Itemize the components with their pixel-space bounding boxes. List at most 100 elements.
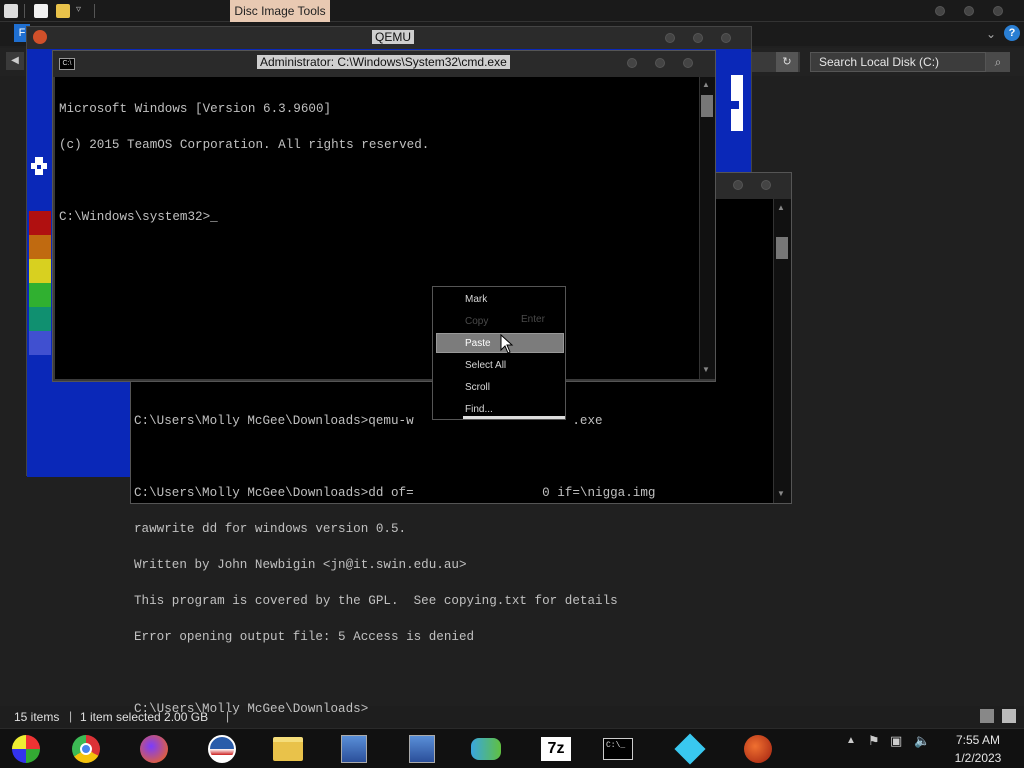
qemu-title: QEMU (372, 30, 414, 44)
scrollbar-thumb[interactable] (701, 95, 713, 117)
divider (94, 4, 95, 18)
guest-pixel-art (731, 101, 739, 109)
taskbar: 7z C:\_ ▲ ⚑ ▣ 🔈 7:55 AM 1/2/2023 (0, 728, 1024, 768)
shield-cd-icon (12, 735, 40, 763)
minimize-button[interactable] (935, 6, 945, 16)
menu-item-copy[interactable]: Copy (465, 312, 488, 332)
action-center-flag-icon[interactable]: ⚑ (868, 733, 880, 749)
details-view-icon[interactable] (980, 709, 994, 723)
color-stripe (29, 307, 51, 331)
chrome-icon (72, 735, 100, 763)
taskbar-app[interactable] (200, 733, 244, 765)
scroll-up-icon[interactable]: ▲ (702, 80, 710, 89)
console-line: C:\Users\Molly McGee\Downloads> (134, 702, 369, 716)
qemu-icon (744, 735, 772, 763)
folder-icon (273, 737, 303, 761)
vertical-scrollbar[interactable] (699, 77, 715, 379)
network-icon[interactable]: ▣ (890, 733, 902, 749)
taskbar-app[interactable] (400, 733, 444, 765)
console-line: Microsoft Windows [Version 6.3.9600] (59, 102, 332, 116)
close-button[interactable] (683, 58, 693, 68)
taskbar-app[interactable] (266, 733, 310, 765)
menu-shortcut: Enter (521, 314, 545, 325)
volume-icon[interactable]: 🔈 (914, 733, 930, 749)
status-item-count: 15 items (14, 710, 60, 724)
status-divider: | (69, 709, 73, 723)
console-line: C:\Users\Molly McGee\Downloads>dd of= 0 … (134, 486, 656, 500)
color-stripe (29, 211, 51, 235)
menu-item-select-all[interactable]: Select All (465, 356, 506, 376)
console-line: C:\Users\Molly McGee\Downloads>qemu-w .e… (134, 414, 603, 428)
explorer-titlebar: ▿ Disc Image Tools (0, 0, 1024, 22)
scroll-down-icon[interactable]: ▼ (777, 489, 785, 498)
scroll-up-icon[interactable]: ▲ (777, 203, 785, 212)
scroll-down-icon[interactable]: ▼ (702, 365, 710, 374)
taskbar-app[interactable] (736, 733, 780, 765)
refresh-button[interactable]: ↻ (776, 52, 798, 72)
network-people-icon (471, 738, 501, 760)
search-input[interactable]: Search Local Disk (C:) (810, 52, 986, 72)
taskbar-app[interactable] (132, 733, 176, 765)
scrollbar-thumb[interactable] (776, 237, 788, 259)
clock-time[interactable]: 7:55 AM (948, 733, 1008, 747)
menu-focus-underline (463, 416, 565, 419)
help-icon[interactable]: ? (1004, 25, 1020, 41)
console-line: ​ (134, 451, 655, 463)
qemu-titlebar[interactable]: QEMU (27, 27, 751, 49)
console-line: C:\Windows\system32>_ (59, 210, 218, 224)
taskbar-app[interactable] (64, 733, 108, 765)
guest-cmd-output[interactable]: C:\Users\Molly McGee\Downloads>qemu-w .e… (134, 391, 655, 739)
close-button[interactable] (993, 6, 1003, 16)
divider (24, 4, 25, 18)
guest-logo-pixel (35, 169, 43, 175)
obama-logo-icon (208, 735, 236, 763)
show-hidden-icons-icon[interactable]: ▲ (846, 735, 856, 746)
taskbar-app[interactable] (668, 733, 712, 765)
admin-cmd-title: Administrator: C:\Windows\System32\cmd.e… (257, 55, 510, 69)
color-stripe (29, 331, 51, 355)
console-line: ​ (134, 667, 655, 679)
search-icon[interactable]: ⌕ (986, 52, 1010, 72)
installer-icon (341, 735, 367, 763)
menu-item-paste[interactable]: Paste (465, 334, 491, 354)
minimize-button[interactable] (733, 180, 743, 190)
contextual-tab-disc-image-tools[interactable]: Disc Image Tools (230, 0, 330, 22)
taskbar-app[interactable] (464, 733, 508, 765)
menu-item-scroll[interactable]: Scroll (465, 378, 490, 398)
customize-quick-access-icon[interactable]: ▿ (76, 4, 81, 15)
expand-ribbon-icon[interactable]: ⌄ (986, 27, 996, 41)
taskbar-app[interactable] (4, 733, 48, 765)
console-line: Written by John Newbigin <jn@it.swin.edu… (134, 558, 467, 572)
taskbar-app[interactable] (332, 733, 376, 765)
minimize-button[interactable] (627, 58, 637, 68)
back-button[interactable]: ◀ (6, 52, 24, 70)
taskbar-app[interactable]: 7z (534, 733, 578, 765)
cmd-icon[interactable]: C:\ (59, 58, 75, 70)
console-line: This program is covered by the GPL. See … (134, 594, 618, 608)
console-line: (c) 2015 TeamOS Corporation. All rights … (59, 138, 430, 152)
close-button[interactable] (761, 180, 771, 190)
taskbar-app[interactable]: C:\_ (596, 733, 640, 765)
console-line: Error opening output file: 5 Access is d… (134, 630, 475, 644)
minimize-button[interactable] (665, 33, 675, 43)
system-menu-icon[interactable] (4, 4, 18, 18)
admin-cmd-window: C:\ Administrator: C:\Windows\System32\c… (52, 50, 716, 382)
maximize-button[interactable] (964, 6, 974, 16)
admin-cmd-output[interactable]: Microsoft Windows [Version 6.3.9600] (c)… (59, 79, 429, 247)
maximize-button[interactable] (693, 33, 703, 43)
qemu-logo-icon (33, 30, 47, 44)
installer-icon (409, 735, 435, 763)
properties-icon[interactable] (34, 4, 48, 18)
color-stripe (29, 283, 51, 307)
maximize-button[interactable] (655, 58, 665, 68)
firefox-icon (140, 735, 168, 763)
admin-cmd-console[interactable]: Microsoft Windows [Version 6.3.9600] (c)… (55, 77, 699, 379)
close-button[interactable] (721, 33, 731, 43)
cmd-icon: C:\_ (603, 738, 633, 760)
menu-item-mark[interactable]: Mark (465, 290, 487, 310)
large-icons-view-icon[interactable] (1002, 709, 1016, 723)
admin-cmd-titlebar[interactable]: C:\ Administrator: C:\Windows\System32\c… (53, 51, 715, 77)
clock-date[interactable]: 1/2/2023 (948, 751, 1008, 765)
7z-icon: 7z (541, 737, 571, 761)
new-folder-icon[interactable] (56, 4, 70, 18)
